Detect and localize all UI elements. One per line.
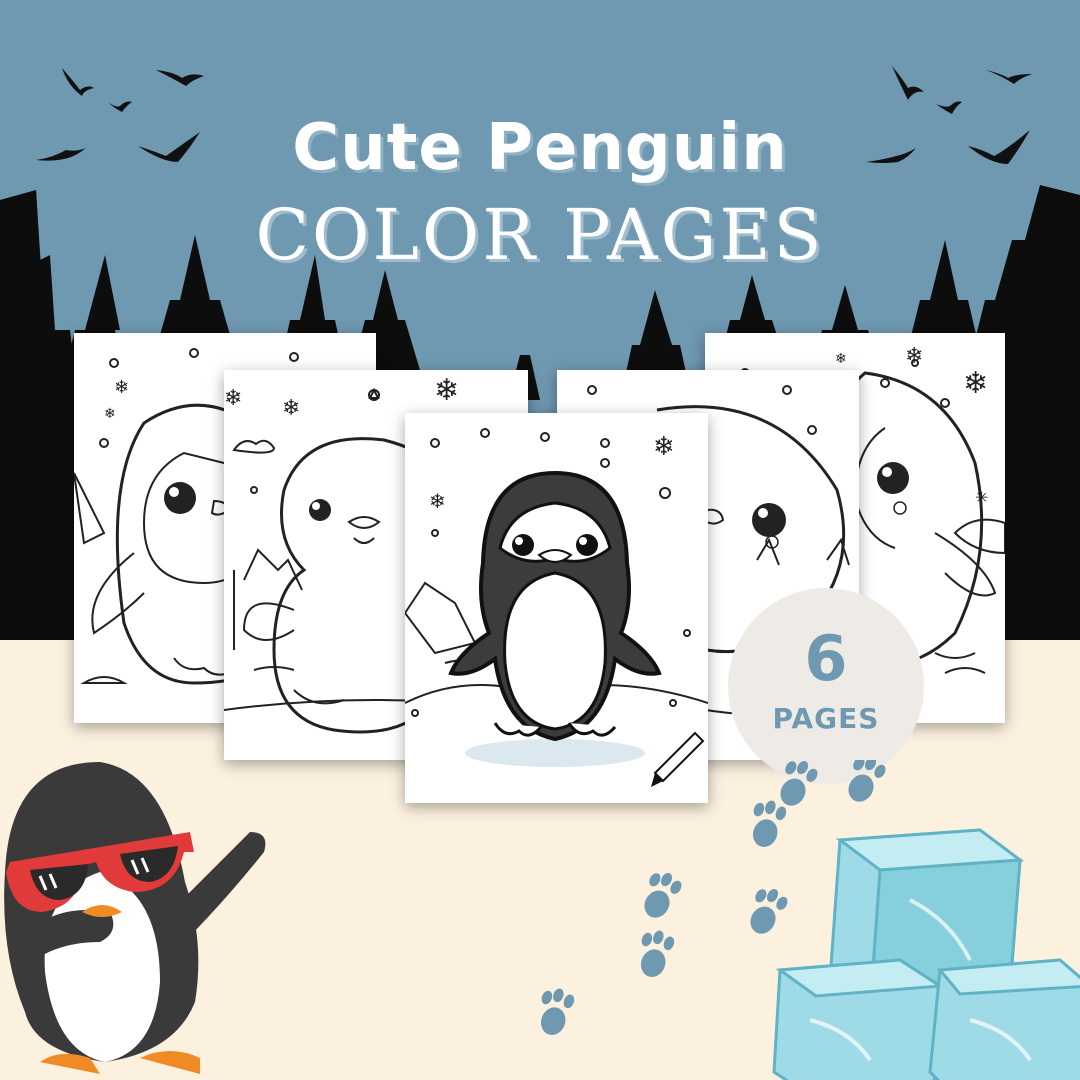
svg-text:❄: ❄ [434,373,459,408]
svg-text:❄: ❄ [104,406,116,422]
page-count-badge: 6 PAGES [728,588,924,784]
svg-text:❄: ❄ [114,377,129,398]
svg-text:❄: ❄ [835,351,847,367]
title-line-1: Cute Penguin [292,111,788,185]
paw-print-icon [644,873,682,918]
paw-print-icon [640,930,675,977]
svg-text:❄: ❄ [429,489,446,513]
paw-print-icon [848,760,886,802]
svg-text:❄: ❄ [653,432,675,462]
title-line-2: COLOR PAGES [255,194,825,276]
page-count-number: 6 [804,622,848,695]
svg-text:❄: ❄ [963,366,988,401]
svg-text:✳: ✳ [975,488,988,507]
page-count-label: PAGES [772,702,880,735]
dabbing-penguin-mascot [4,762,266,1074]
penguin-filled-illustration: ❄ ❄ [405,428,708,787]
svg-text:❄: ❄ [224,386,242,411]
ice-cubes [772,828,1080,1080]
paw-print-icon [780,761,818,806]
svg-text:❄: ❄ [905,344,923,369]
product-cover: Cute Penguin COLOR PAGES ❄ ❄ ❄ ❄ ❄ ✳ ❄ ❄… [0,0,1080,1080]
title-block: Cute Penguin COLOR PAGES [0,108,1080,280]
paw-print-icon [540,988,575,1035]
preview-page-front-penguin: ❄ ❄ [405,413,708,803]
svg-text:❄: ❄ [282,396,300,421]
